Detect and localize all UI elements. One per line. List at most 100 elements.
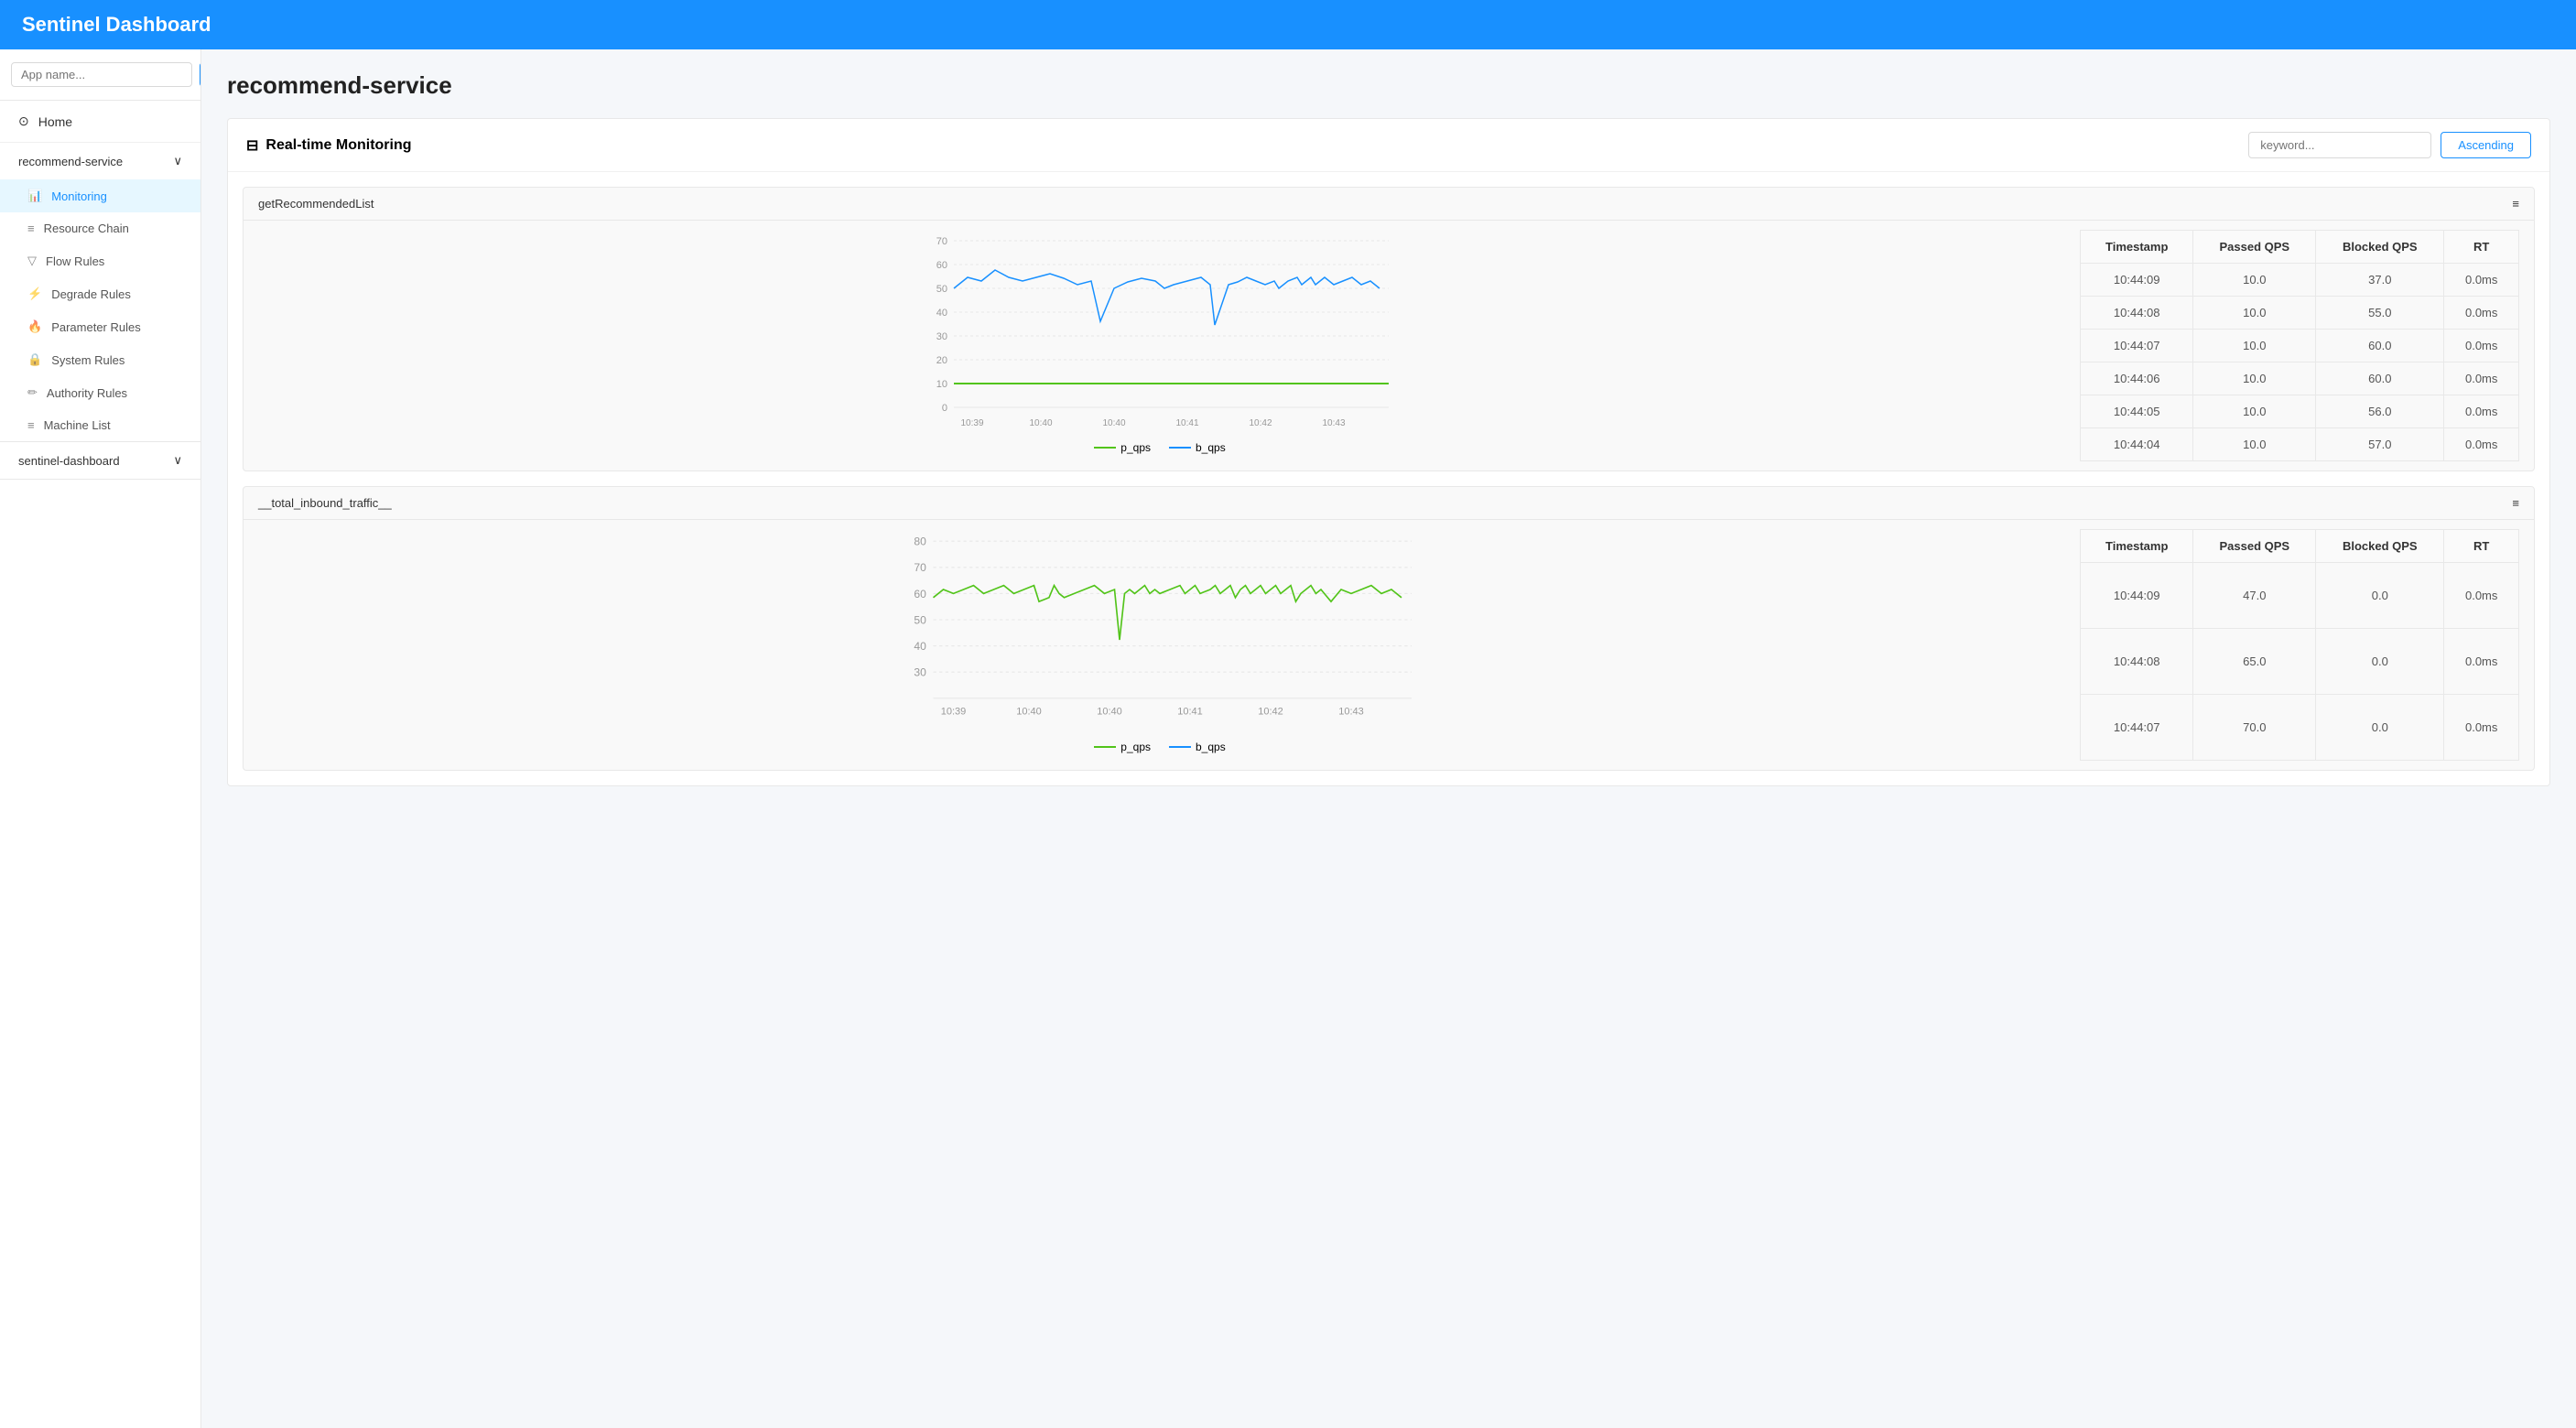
b-qps-line-2 <box>1169 746 1191 748</box>
table-cell: 10:44:07 <box>2081 695 2193 761</box>
table-cell: 47.0 <box>2193 563 2316 629</box>
machine-list-label: Machine List <box>44 418 111 432</box>
table-cell: 0.0ms <box>2444 563 2519 629</box>
table-cell: 10:44:09 <box>2081 264 2193 297</box>
table-cell: 0.0 <box>2316 629 2444 695</box>
monitoring-label: Monitoring <box>51 189 107 203</box>
flow-rules-label: Flow Rules <box>46 254 104 268</box>
table-cell: 0.0ms <box>2444 362 2519 395</box>
ascending-button[interactable]: Ascending <box>2441 132 2531 158</box>
degrade-rules-icon: ⚡ <box>27 287 42 301</box>
sidebar-section-recommend-label: recommend-service <box>18 155 123 168</box>
parameter-rules-icon: 🔥 <box>27 319 42 334</box>
table-cell: 10:44:06 <box>2081 362 2193 395</box>
legend-2-p-qps: p_qps <box>1094 741 1151 753</box>
chart-2-table: Timestamp Passed QPS Blocked QPS RT 10:4… <box>2080 529 2519 761</box>
parameter-rules-label: Parameter Rules <box>51 320 141 334</box>
chart-menu-icon[interactable]: ≡ <box>2512 197 2519 211</box>
sidebar-item-home[interactable]: ⊙ Home <box>0 101 200 143</box>
table-cell: 10:44:05 <box>2081 395 2193 428</box>
search-area: Search <box>0 49 200 101</box>
table-cell: 0.0ms <box>2444 629 2519 695</box>
svg-text:50: 50 <box>936 284 947 295</box>
b-qps-label: b_qps <box>1196 441 1226 454</box>
svg-text:30: 30 <box>914 666 926 679</box>
sidebar-section-recommend-header[interactable]: recommend-service ∨ <box>0 143 200 179</box>
col-timestamp-1: Timestamp <box>2081 231 2193 264</box>
table-cell: 0.0 <box>2316 695 2444 761</box>
system-rules-icon: 🔒 <box>27 352 42 367</box>
table-row: 10:44:0910.037.00.0ms <box>2081 264 2519 297</box>
svg-text:50: 50 <box>914 613 926 626</box>
col-timestamp-2: Timestamp <box>2081 530 2193 563</box>
table-cell: 37.0 <box>2316 264 2444 297</box>
sidebar: Search ⊙ Home recommend-service ∨ 📊 Moni… <box>0 49 201 1428</box>
table-cell: 65.0 <box>2193 629 2316 695</box>
sidebar-item-parameter-rules[interactable]: 🔥 Parameter Rules <box>0 310 200 343</box>
svg-text:40: 40 <box>914 640 926 653</box>
table-cell: 0.0ms <box>2444 428 2519 461</box>
svg-text:10: 10 <box>936 379 947 390</box>
svg-text:10:42: 10:42 <box>1258 706 1283 717</box>
home-label: Home <box>38 114 72 129</box>
table-cell: 10.0 <box>2193 428 2316 461</box>
keyword-input[interactable] <box>2248 132 2431 158</box>
col-rt-2: RT <box>2444 530 2519 563</box>
table-cell: 56.0 <box>2316 395 2444 428</box>
sidebar-section-recommend: recommend-service ∨ 📊 Monitoring ≡ Resou… <box>0 143 200 442</box>
svg-text:10:40: 10:40 <box>1097 706 1122 717</box>
table-row: 10:44:0865.00.00.0ms <box>2081 629 2519 695</box>
table-row: 10:44:0810.055.00.0ms <box>2081 297 2519 330</box>
authority-rules-label: Authority Rules <box>47 386 127 400</box>
table-cell: 10:44:04 <box>2081 428 2193 461</box>
chart-2-menu-icon[interactable]: ≡ <box>2512 496 2519 510</box>
table-cell: 10:44:08 <box>2081 297 2193 330</box>
chart-2-svg: 80 70 60 50 40 30 <box>258 529 2062 730</box>
table-cell: 10:44:08 <box>2081 629 2193 695</box>
flow-rules-icon: ▽ <box>27 254 37 268</box>
table-row: 10:44:0710.060.00.0ms <box>2081 330 2519 362</box>
chart-section-1-header: getRecommendedList ≡ <box>244 188 2534 221</box>
table-row: 10:44:0410.057.00.0ms <box>2081 428 2519 461</box>
sidebar-item-degrade-rules[interactable]: ⚡ Degrade Rules <box>0 277 200 310</box>
table-cell: 0.0 <box>2316 563 2444 629</box>
sidebar-item-system-rules[interactable]: 🔒 System Rules <box>0 343 200 376</box>
table-cell: 57.0 <box>2316 428 2444 461</box>
resource-chain-icon: ≡ <box>27 222 35 235</box>
monitoring-controls: Ascending <box>2248 132 2531 158</box>
sidebar-item-resource-chain[interactable]: ≡ Resource Chain <box>0 212 200 244</box>
sidebar-item-authority-rules[interactable]: ✏ Authority Rules <box>0 376 200 409</box>
chart-1-content: 70 60 50 40 30 20 10 0 <box>244 221 2534 471</box>
col-passed-2: Passed QPS <box>2193 530 2316 563</box>
p-qps-label-2: p_qps <box>1120 741 1151 753</box>
svg-text:60: 60 <box>936 260 947 271</box>
svg-text:10:43: 10:43 <box>1338 706 1364 717</box>
table-cell: 10:44:07 <box>2081 330 2193 362</box>
chart-1-table: Timestamp Passed QPS Blocked QPS RT 10:4… <box>2080 230 2519 461</box>
table-row: 10:44:0510.056.00.0ms <box>2081 395 2519 428</box>
chart-section-1: getRecommendedList ≡ 70 60 50 40 30 20 <box>243 187 2535 471</box>
system-rules-label: System Rules <box>51 353 124 367</box>
table-cell: 60.0 <box>2316 330 2444 362</box>
svg-text:10:40: 10:40 <box>1102 418 1125 428</box>
sidebar-item-flow-rules[interactable]: ▽ Flow Rules <box>0 244 200 277</box>
svg-text:10:40: 10:40 <box>1016 706 1042 717</box>
p-qps-line <box>1094 447 1116 449</box>
svg-text:40: 40 <box>936 308 947 319</box>
legend-p-qps: p_qps <box>1094 441 1151 454</box>
chart-1-title: getRecommendedList <box>258 197 373 211</box>
chart-2-content: 80 70 60 50 40 30 <box>244 520 2534 770</box>
svg-text:20: 20 <box>936 355 947 366</box>
chart-section-2: __total_inbound_traffic__ ≡ 80 70 60 50 … <box>243 486 2535 771</box>
sidebar-item-machine-list[interactable]: ≡ Machine List <box>0 409 200 441</box>
svg-text:10:41: 10:41 <box>1175 418 1198 428</box>
table-cell: 0.0ms <box>2444 395 2519 428</box>
table-cell: 0.0ms <box>2444 695 2519 761</box>
sidebar-section-sentinel-header[interactable]: sentinel-dashboard ∨ <box>0 442 200 479</box>
table-cell: 10.0 <box>2193 362 2316 395</box>
authority-rules-icon: ✏ <box>27 385 38 400</box>
sidebar-item-monitoring[interactable]: 📊 Monitoring <box>0 179 200 212</box>
svg-text:10:42: 10:42 <box>1249 418 1272 428</box>
page-title: recommend-service <box>227 71 2550 100</box>
search-input[interactable] <box>11 62 192 87</box>
